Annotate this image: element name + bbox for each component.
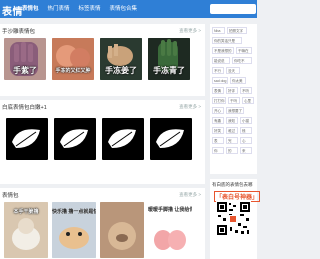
qr-title: 有白底的表情包去哪 — [212, 182, 253, 187]
tag-item[interactable]: 有趣 — [212, 117, 224, 124]
tag-item[interactable]: 完 — [226, 137, 238, 144]
emoji-caption: 暖暖手脚撸 让我给你暖暖 — [148, 207, 192, 213]
main-nav: 表情包 热门表情 标签表情 表情包合集 — [22, 5, 137, 13]
qr-promo: 有白底的表情包去哪 「表白号神器」 — [210, 179, 261, 259]
tag-item[interactable]: 不是我想的 — [212, 47, 234, 54]
nav-item-collections[interactable]: 表情包合集 — [110, 5, 138, 13]
white-leaf-shape — [156, 129, 184, 148]
tag-item[interactable]: 好笑 — [212, 127, 224, 134]
tag-item[interactable]: 来 — [240, 147, 252, 154]
emoji-caption: 快乐撸 撸一点就是快乐 — [52, 209, 96, 215]
tag-item[interactable]: 开心 — [212, 107, 224, 114]
emoji-thumbnail[interactable]: 手冻的又红又肿 — [52, 38, 94, 80]
emoji-section: 表情包 查看更多 > 本手干脆撸 快乐撸 撸一点就是快乐 暖暖手脚撸 让我给你暖… — [0, 188, 205, 259]
tag-item[interactable]: sad dog — [212, 77, 228, 84]
tag-item[interactable]: 小猫 — [240, 117, 252, 124]
site-logo[interactable]: 表情 — [2, 3, 23, 18]
emoji-thumbnail[interactable]: 手冻姜了 — [100, 38, 142, 80]
section-title[interactable]: 表情包 — [2, 191, 19, 199]
white-leaf-shape — [12, 129, 40, 148]
tag-item[interactable]: Nba — [212, 27, 225, 34]
emoji-caption: 手冻青了 — [153, 66, 185, 75]
tag-item[interactable]: 表情 — [212, 87, 224, 94]
section-title[interactable]: 手沙雕表情包 — [2, 27, 35, 35]
dog-image — [100, 202, 144, 258]
tag-item[interactable]: 拍照文字 — [227, 27, 247, 34]
tag-item[interactable]: 心 — [240, 137, 252, 144]
emoji-thumbnail[interactable] — [100, 202, 144, 258]
emoji-caption: 本手干脆撸 — [13, 209, 39, 215]
emoji-thumbnail[interactable] — [102, 118, 144, 160]
emoji-thumbnail[interactable]: 手紫了 — [4, 38, 46, 80]
tag-item[interactable]: 不行 — [212, 67, 224, 74]
tag-item[interactable]: 你 — [212, 147, 224, 154]
tag-item[interactable]: 表 — [212, 137, 224, 144]
tag-item[interactable]: 你吃不 — [232, 57, 252, 64]
emoji-thumbnail[interactable] — [150, 118, 192, 160]
tag-item[interactable]: 好评 — [226, 87, 238, 94]
tag-item[interactable]: 我想要了 — [226, 107, 244, 114]
white-leaf-shape — [108, 129, 136, 148]
search-input[interactable] — [210, 4, 256, 14]
nav-item-hot[interactable]: 热门表情 — [48, 5, 70, 13]
tag-item[interactable]: 不听 — [240, 87, 252, 94]
emoji-thumbnail[interactable]: 本手干脆撸 — [4, 202, 48, 258]
tag-item[interactable]: 干吗 — [228, 97, 240, 104]
tag-item[interactable]: 贱 — [240, 127, 252, 134]
qr-code-icon[interactable] — [216, 201, 251, 236]
tag-item[interactable]: 你太美 — [230, 77, 246, 84]
emoji-section: 白底表情包白嫩+1 查看更多 > — [0, 100, 205, 184]
emoji-caption: 手冻姜了 — [105, 66, 137, 75]
tag-item[interactable]: 的 — [226, 147, 238, 154]
emoji-thumbnail[interactable] — [54, 118, 96, 160]
emoji-caption: 手冻的又红又肿 — [55, 68, 91, 74]
tag-item[interactable]: 你的笑话只是 — [212, 37, 242, 44]
tag-item[interactable]: 没天 — [226, 67, 240, 74]
nav-item-emoji[interactable]: 表情包 — [22, 5, 39, 13]
tag-item[interactable]: 我知 — [226, 117, 238, 124]
more-link[interactable]: 查看更多 > — [179, 28, 201, 34]
emoji-thumbnail[interactable]: 快乐撸 撸一点就是快乐 — [52, 202, 96, 258]
tag-item[interactable]: 能说说 — [212, 57, 230, 64]
tag-item[interactable]: 干嘛在 — [236, 47, 252, 54]
tag-item[interactable]: 难过 — [226, 127, 238, 134]
top-navigation-bar: 表情 表情包 热门表情 标签表情 表情包合集 — [0, 0, 257, 18]
tag-cloud: Nba 拍照文字 你的笑话只是 不是我想的 干嘛在 能说说 你吃不 不行 没天 … — [210, 24, 257, 174]
more-link[interactable]: 查看更多 > — [179, 192, 201, 198]
emoji-thumbnail[interactable] — [6, 118, 48, 160]
nav-item-tags[interactable]: 标签表情 — [79, 5, 101, 13]
tag-item[interactable]: 心里 — [242, 97, 254, 104]
emoji-section: 手沙雕表情包 查看更多 > 手紫了 手冻的又红又肿 手冻姜了 手冻青了 — [0, 24, 205, 96]
more-link[interactable]: 查看更多 > — [179, 104, 201, 110]
tag-item[interactable]: 打打你 — [212, 97, 226, 104]
section-title[interactable]: 白底表情包白嫩+1 — [2, 103, 47, 111]
emoji-thumbnail[interactable]: 暖暖手脚撸 让我给你暖暖 — [148, 202, 192, 258]
emoji-caption: 手紫了 — [13, 66, 37, 75]
white-leaf-shape — [60, 129, 88, 148]
emoji-thumbnail[interactable]: 手冻青了 — [148, 38, 190, 80]
